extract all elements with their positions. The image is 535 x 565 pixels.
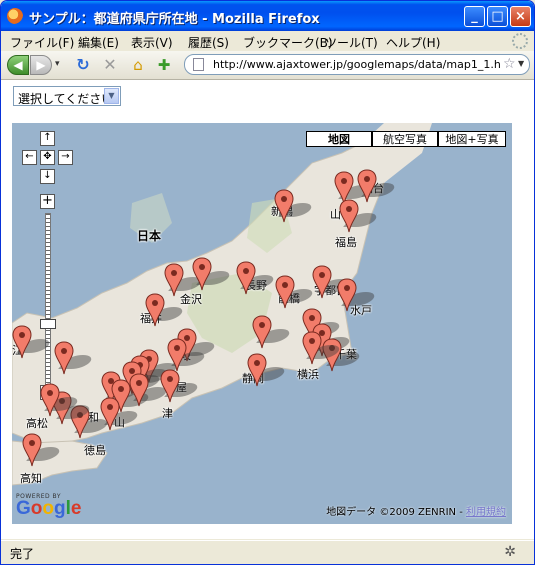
zoom-slider-handle[interactable] bbox=[40, 319, 56, 329]
zoom-slider-track[interactable] bbox=[45, 213, 51, 385]
navigation-toolbar: ◀ ▶ ▾ ↻ ✕ ⌂ ✚ http://www.ajaxtower.jp/go… bbox=[1, 51, 534, 80]
bookmark-star-icon[interactable]: ☆ bbox=[503, 56, 516, 72]
select-arrow-icon[interactable]: ▼ bbox=[104, 88, 119, 104]
url-dropdown-icon[interactable]: ▼ bbox=[518, 59, 524, 68]
throbber-icon bbox=[512, 33, 528, 49]
forward-button[interactable]: ▶ bbox=[30, 55, 52, 75]
google-letter-o2: o bbox=[42, 498, 54, 519]
firebug-icon[interactable]: ✲ bbox=[504, 544, 516, 560]
menu-tools[interactable]: ツール(T) bbox=[325, 34, 378, 51]
google-letter-g1: G bbox=[16, 498, 31, 519]
map-marker-icon[interactable] bbox=[54, 341, 74, 375]
select-value: 選択してください bbox=[18, 92, 114, 106]
prefecture-select[interactable]: 選択してください ▼ bbox=[13, 86, 121, 106]
stop-icon[interactable]: ✕ bbox=[101, 56, 119, 74]
pan-down-button[interactable]: ↓ bbox=[40, 169, 55, 184]
map-label-fukushima: 福島 bbox=[335, 236, 357, 249]
map-marker-icon[interactable] bbox=[312, 265, 332, 299]
pan-up-button[interactable]: ↑ bbox=[40, 131, 55, 146]
menu-bookmarks[interactable]: ブックマーク(B) bbox=[243, 34, 333, 51]
maximize-button[interactable]: □ bbox=[487, 6, 508, 27]
google-map[interactable]: 地図 航空写真 地図+写真 ↑ ← ✥ → ↓ + − 日本 新潟 仙台 山 福… bbox=[12, 123, 512, 524]
google-letter-e: e bbox=[70, 498, 82, 519]
menu-view[interactable]: 表示(V) bbox=[131, 34, 173, 51]
map-label-kochi: 高知 bbox=[20, 472, 42, 485]
map-marker-icon[interactable] bbox=[275, 275, 295, 309]
status-text: 完了 bbox=[10, 547, 35, 561]
page-content: 選択してください ▼ 地図 航空写真 地図+写真 ↑ ← ✥ → ↓ + − bbox=[1, 80, 534, 539]
maptype-map-button[interactable]: 地図 bbox=[306, 131, 372, 147]
google-letter-o1: o bbox=[30, 498, 43, 519]
map-marker-icon[interactable] bbox=[160, 369, 180, 403]
pan-left-button[interactable]: ← bbox=[22, 150, 37, 165]
url-text[interactable]: http://www.ajaxtower.jp/googlemaps/data/… bbox=[213, 58, 501, 71]
map-marker-icon[interactable] bbox=[22, 433, 42, 467]
menu-bar: ファイル(F) 編集(E) 表示(V) 履歴(S) ブックマーク(B) ツール(… bbox=[1, 31, 534, 51]
google-logo: POWERED BY Google bbox=[16, 493, 81, 518]
map-marker-icon[interactable] bbox=[12, 325, 32, 359]
pan-right-button[interactable]: → bbox=[58, 150, 73, 165]
menu-edit[interactable]: 編集(E) bbox=[78, 34, 119, 51]
firefox-icon bbox=[7, 8, 23, 24]
map-marker-icon[interactable] bbox=[252, 315, 272, 349]
map-marker-icon[interactable] bbox=[357, 169, 377, 203]
map-marker-icon[interactable] bbox=[129, 373, 149, 407]
maptype-satellite-button[interactable]: 航空写真 bbox=[372, 131, 438, 147]
map-copyright: 地図データ ©2009 ZENRIN - 利用規約 bbox=[326, 503, 506, 518]
map-marker-icon[interactable] bbox=[339, 199, 359, 233]
address-bar[interactable]: http://www.ajaxtower.jp/googlemaps/data/… bbox=[184, 54, 530, 75]
map-marker-icon[interactable] bbox=[247, 353, 267, 387]
history-dropdown-icon[interactable]: ▾ bbox=[55, 59, 60, 69]
menu-history[interactable]: 履歴(S) bbox=[188, 34, 229, 51]
title-bar: サンプル：都道府県庁所在地 - Mozilla Firefox _ □ × bbox=[1, 1, 534, 31]
terms-link[interactable]: 利用規約 bbox=[466, 507, 506, 518]
maptype-hybrid-button[interactable]: 地図+写真 bbox=[438, 131, 506, 147]
zoom-in-button[interactable]: + bbox=[40, 194, 55, 209]
map-label-nihon: 日本 bbox=[137, 229, 162, 243]
map-label-tokushima: 徳島 bbox=[84, 444, 106, 457]
google-wordmark: Google bbox=[16, 498, 82, 519]
page-icon bbox=[193, 58, 204, 71]
map-marker-icon[interactable] bbox=[164, 263, 184, 297]
menu-file[interactable]: ファイル(F) bbox=[10, 34, 74, 51]
home-icon[interactable]: ⌂ bbox=[129, 56, 147, 74]
map-label-tsu: 津 bbox=[162, 407, 173, 420]
close-button[interactable]: × bbox=[510, 6, 531, 27]
pan-center-button[interactable]: ✥ bbox=[40, 150, 55, 165]
status-bar: 完了 ✲ bbox=[1, 540, 534, 564]
map-marker-icon[interactable] bbox=[337, 278, 357, 312]
reload-icon[interactable]: ↻ bbox=[74, 56, 92, 74]
menu-help[interactable]: ヘルプ(H) bbox=[386, 34, 440, 51]
back-button[interactable]: ◀ bbox=[7, 55, 29, 75]
map-marker-icon[interactable] bbox=[302, 331, 322, 365]
map-label-yokohama: 横浜 bbox=[297, 368, 319, 381]
addon-icon[interactable]: ✚ bbox=[155, 56, 173, 74]
window-title: サンプル：都道府県庁所在地 - Mozilla Firefox bbox=[29, 12, 320, 27]
minimize-button[interactable]: _ bbox=[464, 6, 485, 27]
browser-window: サンプル：都道府県庁所在地 - Mozilla Firefox _ □ × ファ… bbox=[0, 0, 535, 565]
copyright-text: 地図データ ©2009 ZENRIN - bbox=[326, 507, 466, 518]
map-marker-icon[interactable] bbox=[40, 383, 60, 417]
map-marker-icon[interactable] bbox=[274, 189, 294, 223]
map-marker-icon[interactable] bbox=[192, 257, 212, 291]
map-marker-icon[interactable] bbox=[145, 293, 165, 327]
map-label-takamatsu: 高松 bbox=[26, 417, 48, 430]
google-letter-g2: g bbox=[54, 498, 66, 519]
map-marker-icon[interactable] bbox=[236, 261, 256, 295]
